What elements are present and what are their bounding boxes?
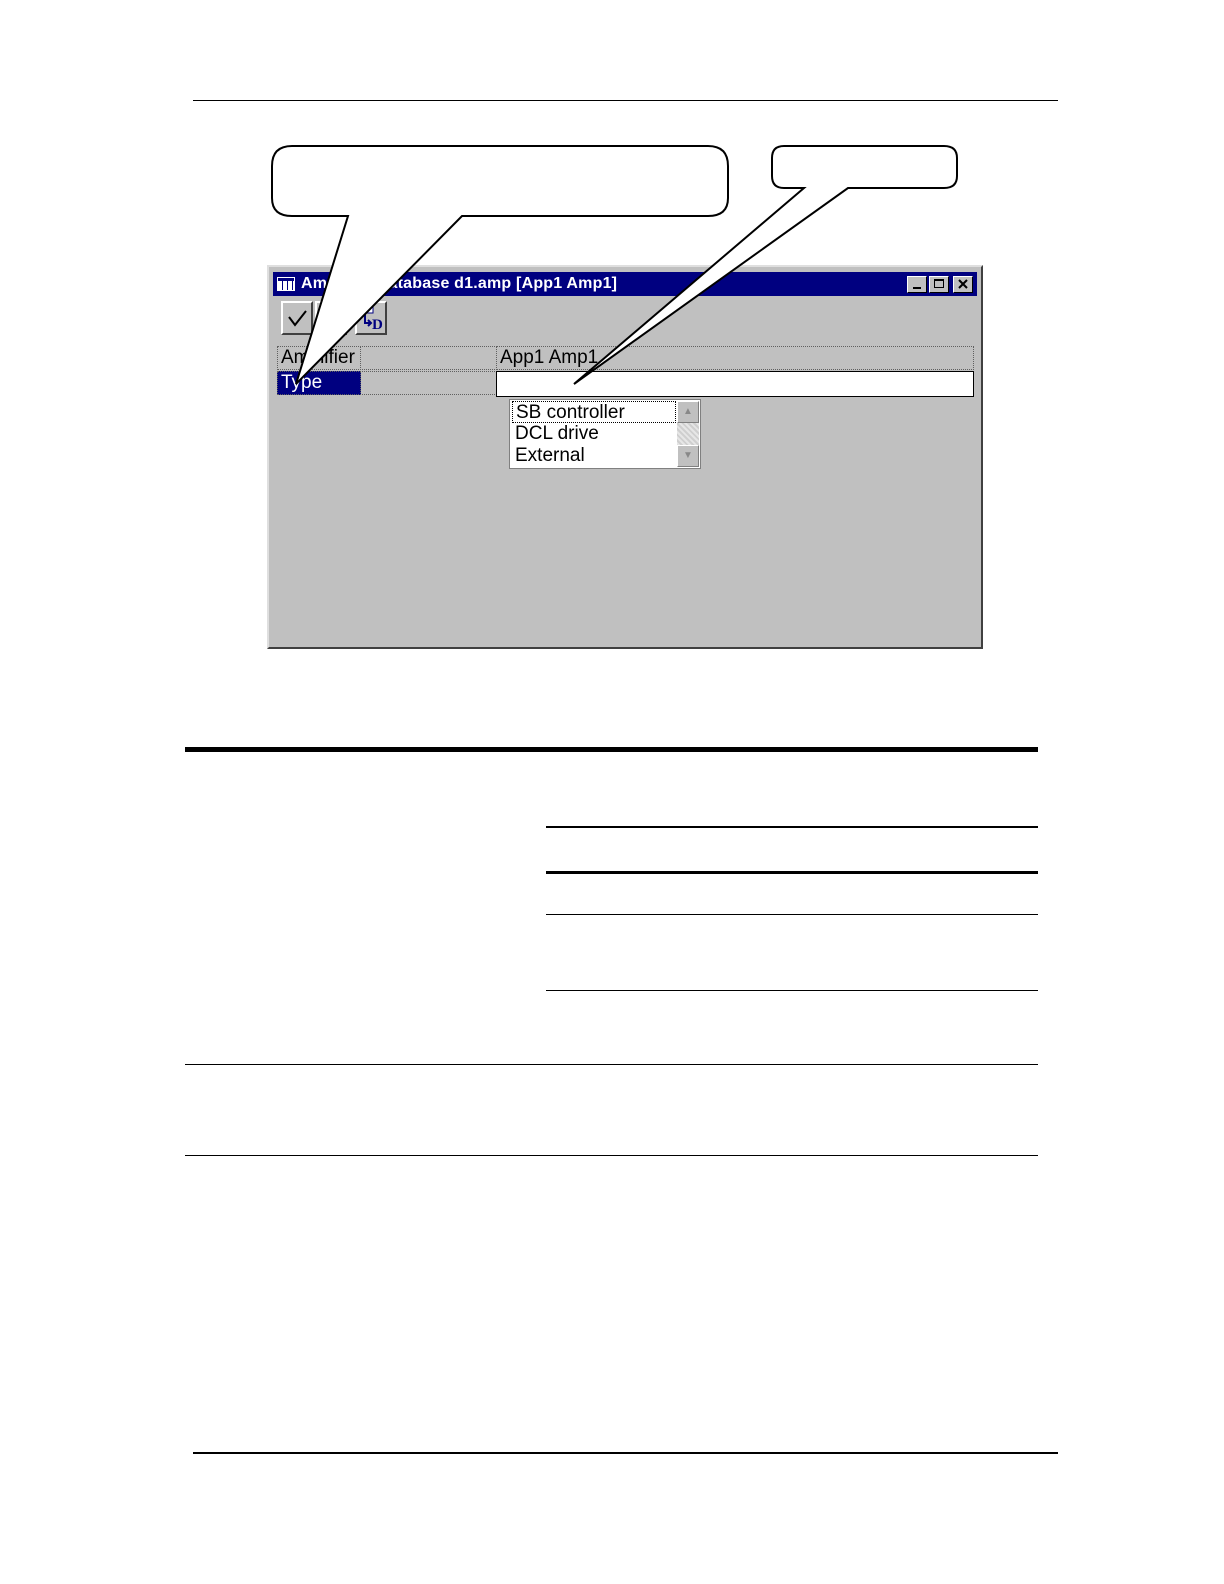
footer-rule xyxy=(193,1452,1058,1454)
section-rule-3 xyxy=(185,1155,1038,1156)
callout-overlay xyxy=(271,145,958,385)
callout-balloon-left xyxy=(271,145,729,385)
table-rule-4 xyxy=(546,990,1038,991)
section-rule-2 xyxy=(185,1064,1038,1065)
section-rule-thick xyxy=(185,747,1038,752)
table-rule-1 xyxy=(546,826,1038,828)
table-rule-2 xyxy=(546,871,1038,874)
table-rule-3 xyxy=(546,914,1038,915)
